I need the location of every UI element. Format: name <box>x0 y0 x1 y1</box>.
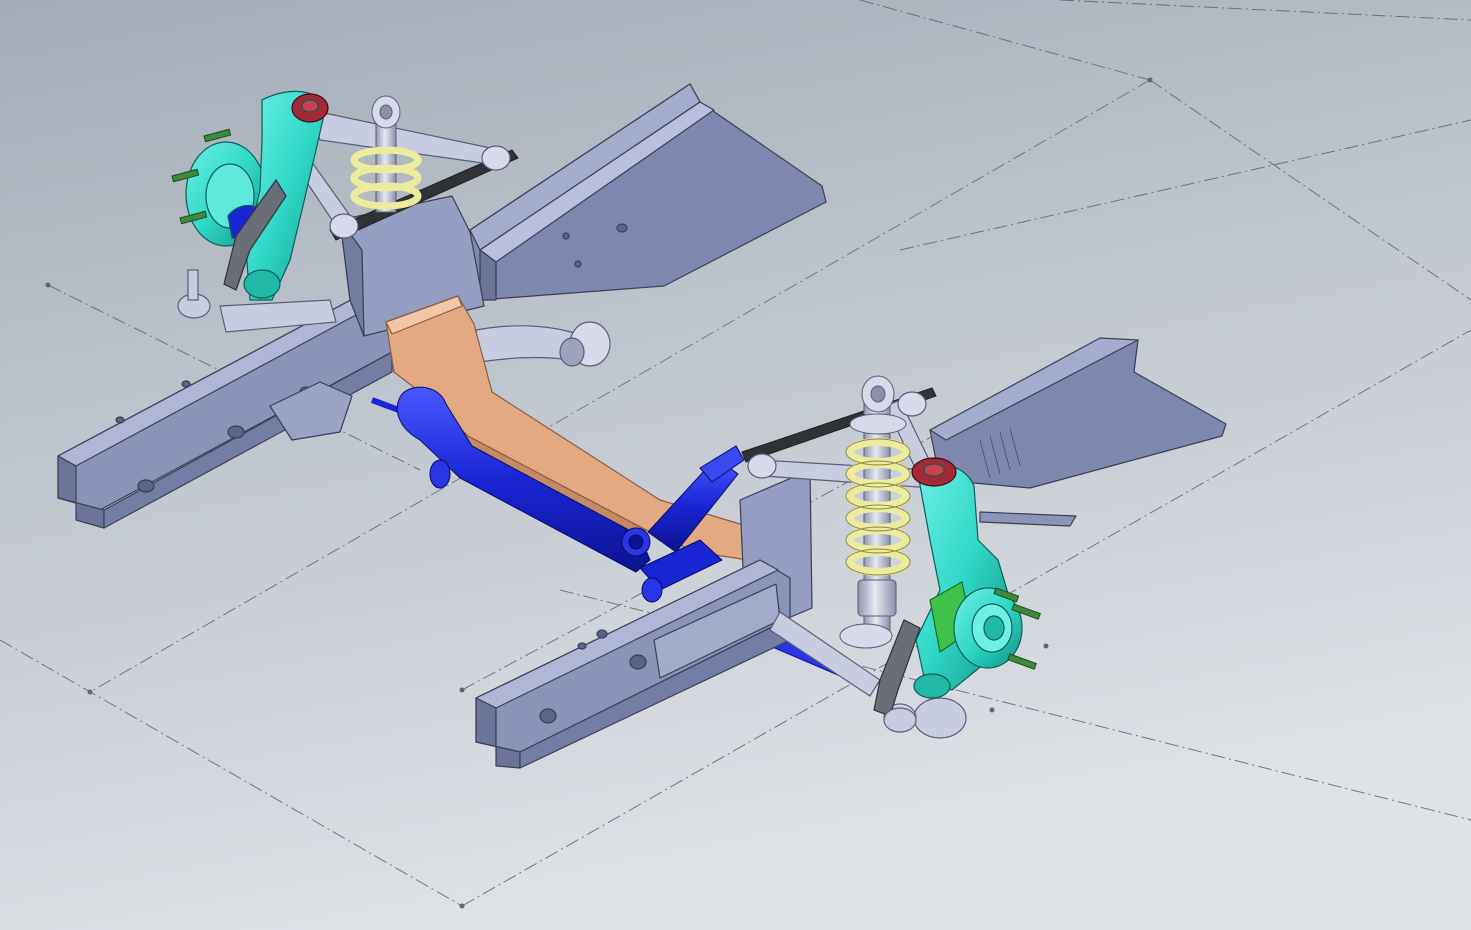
cad-model-view[interactable] <box>0 0 1471 930</box>
graphics-viewport[interactable] <box>0 0 1471 930</box>
